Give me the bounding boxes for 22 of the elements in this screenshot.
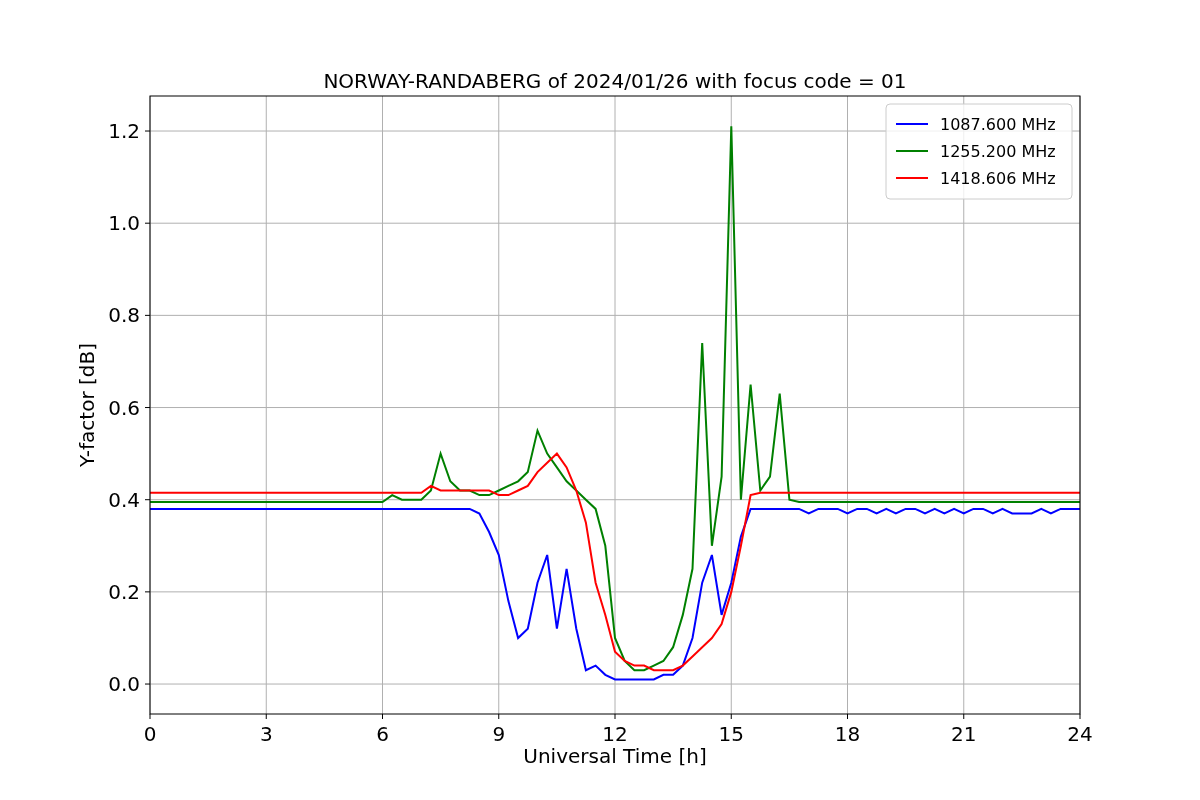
y-tick-label: 0.2	[108, 579, 140, 604]
y-tick-label: 0.8	[108, 303, 140, 328]
y-axis-label: Y-factor [dB]	[75, 343, 99, 467]
y-tick-label: 1.2	[108, 119, 140, 143]
x-tick-label: 18	[834, 722, 861, 746]
legend-label: 1418.606 MHz	[940, 169, 1056, 188]
y-tick-label: 1.0	[108, 211, 140, 236]
x-tick-label: 24	[1067, 722, 1093, 746]
x-axis-label: Universal Time [h]	[523, 744, 707, 768]
x-tick-label: 12	[602, 722, 628, 746]
x-tick-label: 0	[143, 722, 157, 746]
legend-label: 1087.600 MHz	[940, 115, 1056, 134]
x-tick-label: 9	[492, 722, 506, 746]
y-tick-label: 0.0	[108, 672, 140, 697]
x-tick-label: 21	[951, 722, 977, 746]
y-tick-label: 0.4	[108, 487, 140, 512]
x-tick-label: 15	[718, 722, 744, 746]
y-tick-label: 0.6	[108, 395, 140, 420]
legend-label: 1255.200 MHz	[940, 142, 1056, 161]
x-tick-label: 3	[259, 722, 273, 746]
chart-title: NORWAY-RANDABERG of 2024/01/26 with focus code = 01	[323, 69, 907, 93]
x-tick-label: 6	[376, 722, 389, 746]
